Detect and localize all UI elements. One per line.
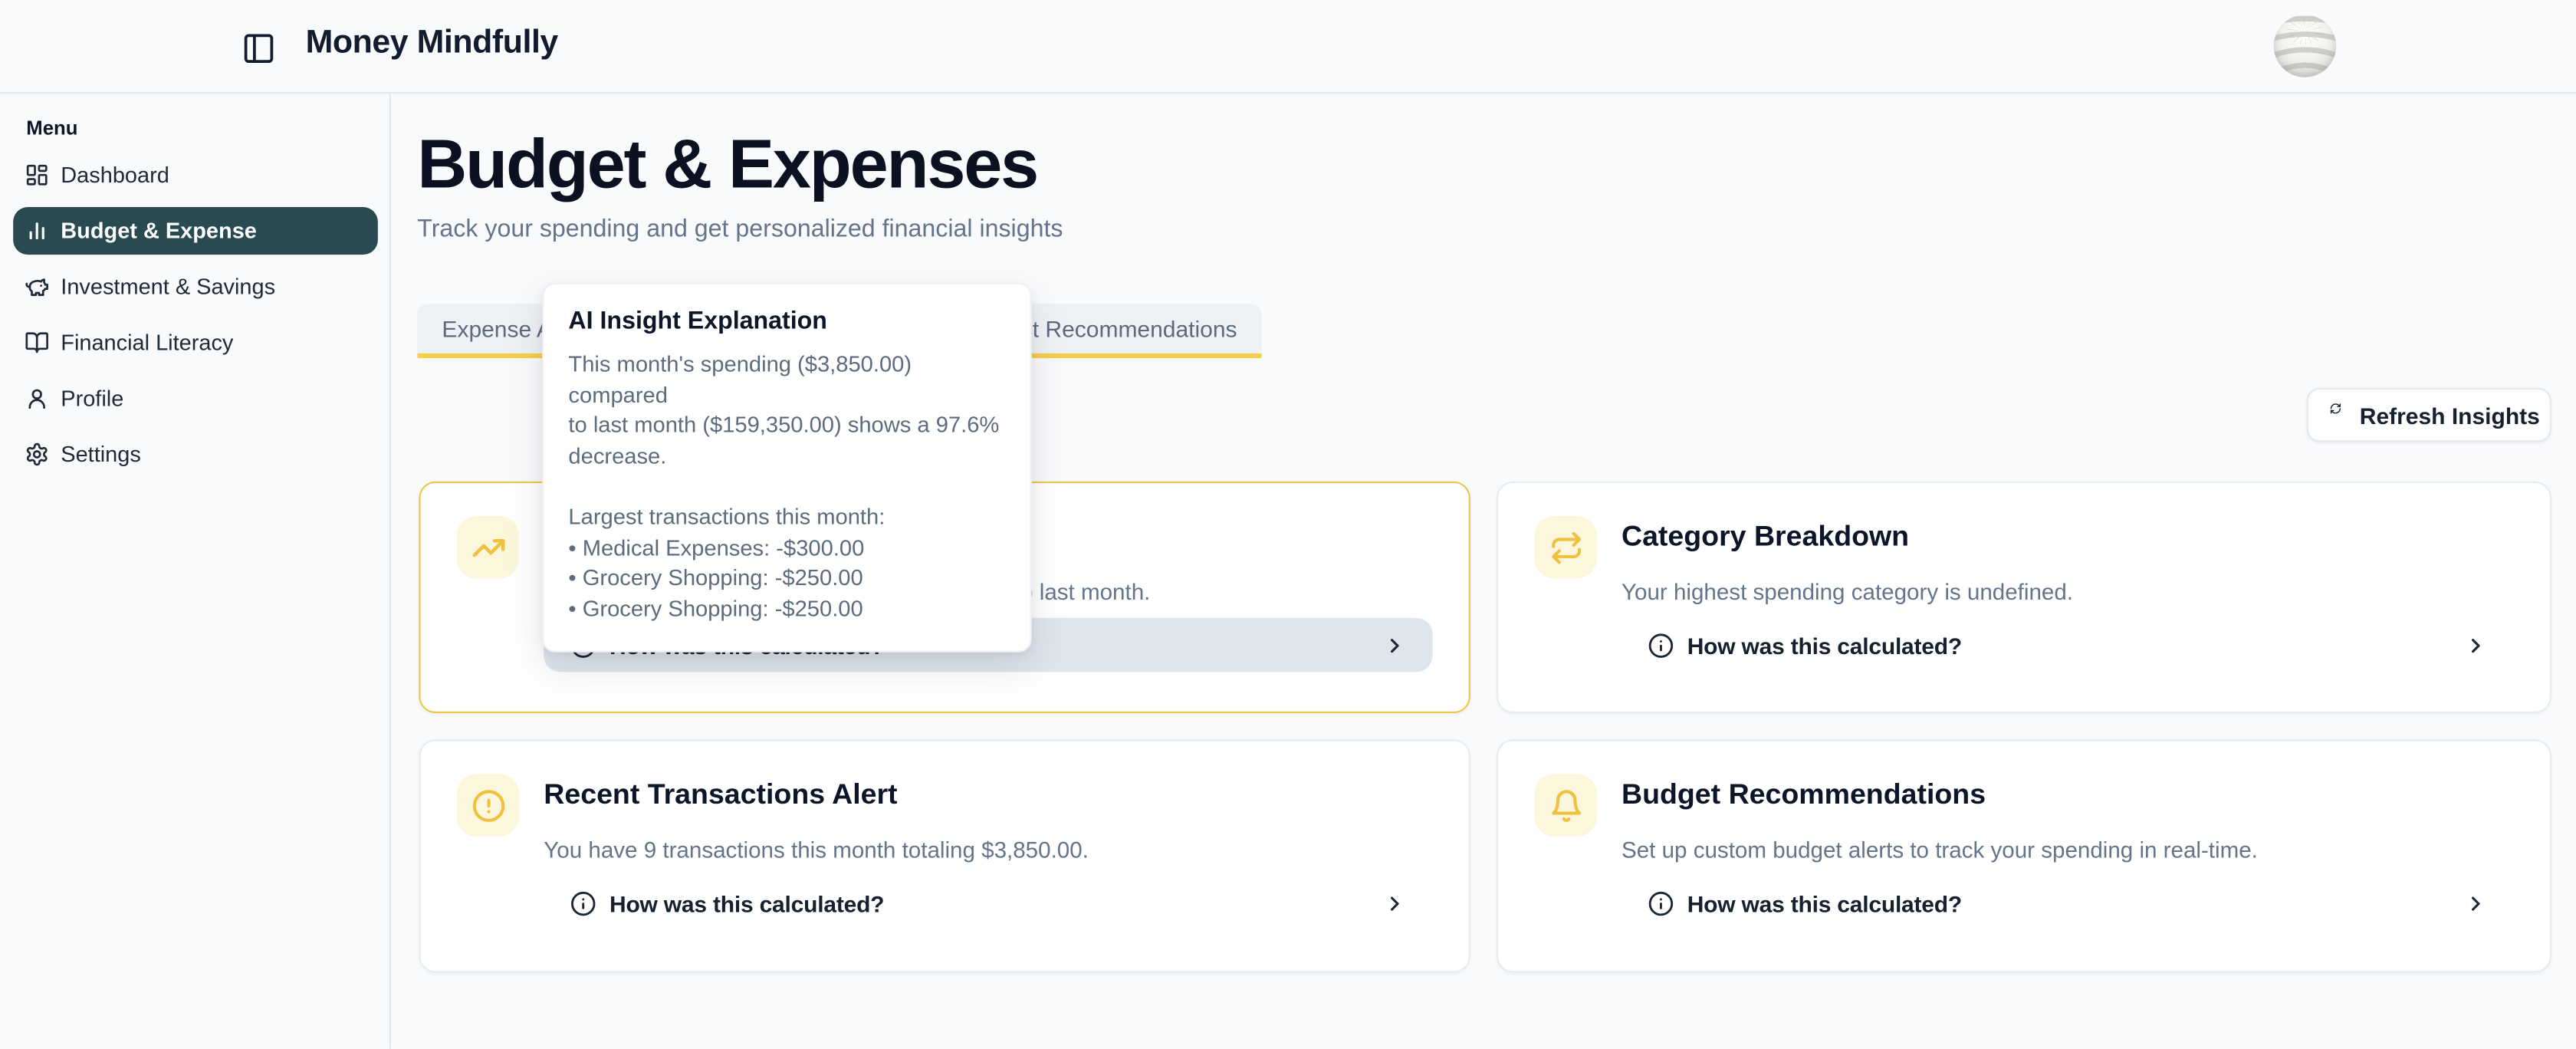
- app-title: Money Mindfully: [306, 25, 558, 62]
- app-window: Money Mindfully Menu Dashboard Budget & …: [0, 0, 2576, 1048]
- card-category-breakdown: Category Breakdown Your highest spending…: [1497, 482, 2551, 713]
- piggy-bank-icon: [25, 275, 49, 299]
- sidebar-section-label: Menu: [26, 117, 77, 140]
- how-calculated-link[interactable]: How was this calculated?: [1622, 876, 2514, 930]
- info-icon: [570, 890, 596, 916]
- sidebar-item-label: Investment & Savings: [61, 275, 275, 299]
- sidebar-item-profile[interactable]: Profile: [13, 375, 378, 423]
- sidebar-item-label: Settings: [61, 442, 141, 466]
- user-icon: [25, 386, 49, 411]
- how-calculated-label: How was this calculated?: [610, 890, 884, 916]
- alert-circle-icon: [471, 788, 505, 823]
- ai-insight-popover: AI Insight Explanation This month's spen…: [542, 283, 1032, 653]
- how-calculated-label: How was this calculated?: [1687, 890, 1962, 916]
- sidebar-item-settings[interactable]: Settings: [13, 430, 378, 478]
- sidebar-item-financial-literacy[interactable]: Financial Literacy: [13, 319, 378, 367]
- how-calculated-link[interactable]: How was this calculated?: [1622, 618, 2514, 672]
- card-description: Set up custom budget alerts to track you…: [1622, 835, 2514, 866]
- refresh-icon: [2330, 403, 2342, 427]
- sidebar-nav-list: Dashboard Budget & Expense Investment & …: [13, 151, 378, 486]
- how-calculated-link[interactable]: How was this calculated?: [544, 876, 1432, 930]
- card-description: Your highest spending category is undefi…: [1622, 577, 2514, 608]
- how-calculated-label: How was this calculated?: [1687, 632, 1962, 658]
- avatar[interactable]: [2274, 15, 2336, 77]
- refresh-insights-button[interactable]: Refresh Insights: [2307, 388, 2551, 442]
- repeat-icon: [1549, 530, 1583, 564]
- page-title: Budget & Expenses: [417, 127, 1037, 202]
- sidebar-item-budget-expense[interactable]: Budget & Expense: [13, 207, 378, 255]
- sidebar-item-label: Profile: [61, 386, 123, 411]
- info-icon: [1648, 632, 1674, 658]
- popover-body: This month's spending ($3,850.00) compar…: [568, 350, 1005, 625]
- info-icon: [1648, 890, 1674, 916]
- icon-chip: [457, 774, 519, 836]
- card-budget-recommendations: Budget Recommendations Set up custom bud…: [1497, 739, 2551, 972]
- sidebar: Menu Dashboard Budget & Expense Investme…: [0, 94, 391, 1048]
- dashboard-icon: [25, 163, 49, 187]
- card-title: Recent Transactions Alert: [544, 774, 1432, 813]
- trending-up-icon: [471, 530, 505, 564]
- sidebar-item-label: Dashboard: [61, 163, 169, 187]
- gear-icon: [25, 442, 49, 466]
- card-description: You have 9 transactions this month total…: [544, 835, 1432, 866]
- chevron-right-icon: [2464, 892, 2487, 915]
- popover-title: AI Insight Explanation: [568, 307, 1005, 335]
- chevron-right-icon: [1383, 892, 1406, 915]
- card-title: Category Breakdown: [1622, 516, 2514, 555]
- sidebar-item-label: Financial Literacy: [61, 330, 233, 355]
- card-recent-transactions-alert: Recent Transactions Alert You have 9 tra…: [419, 739, 1470, 972]
- card-title: Budget Recommendations: [1622, 774, 2514, 813]
- bell-icon: [1549, 788, 1583, 823]
- bar-chart-icon: [25, 219, 49, 243]
- icon-chip: [1534, 774, 1596, 836]
- icon-chip: [457, 516, 519, 578]
- sidebar-item-dashboard[interactable]: Dashboard: [13, 151, 378, 199]
- chevron-right-icon: [2464, 633, 2487, 656]
- sidebar-toggle-button[interactable]: [242, 28, 281, 67]
- app-header: Money Mindfully: [0, 0, 2576, 94]
- page-subtitle: Track your spending and get personalized…: [417, 215, 1063, 243]
- panel-left-icon: [242, 31, 281, 65]
- refresh-insights-label: Refresh Insights: [2360, 402, 2540, 428]
- book-open-icon: [25, 330, 49, 355]
- sidebar-item-investment-savings[interactable]: Investment & Savings: [13, 263, 378, 311]
- sidebar-item-label: Budget & Expense: [61, 219, 257, 243]
- icon-chip: [1534, 516, 1596, 578]
- chevron-right-icon: [1383, 633, 1406, 656]
